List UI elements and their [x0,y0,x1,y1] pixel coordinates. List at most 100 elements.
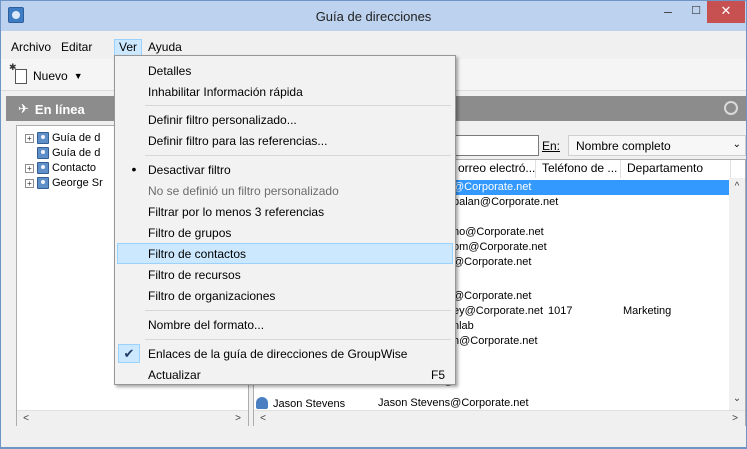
tree-item[interactable]: + Contacto [25,161,96,175]
address-book-window: Guía de direcciones – ☐ ✕ Archivo Editar… [0,0,747,449]
tree-item-label: George Sr [52,177,103,189]
address-book-icon [37,147,49,159]
new-button[interactable]: Nuevo ▼ [9,62,83,86]
tree-item-label: Contacto [52,162,97,174]
maximize-icon[interactable]: ☐ [682,1,710,23]
cell-email: no@Corporate.net [453,226,544,238]
menu-item-filtro-contactos[interactable]: Filtro de contactos [117,243,453,264]
menu-item-filtro-organizaciones[interactable]: Filtro de organizaciones [117,285,453,306]
chevron-down-icon[interactable]: ▼ [74,71,83,81]
menu-item-filtrar-referencias[interactable]: Filtrar por lo menos 3 referencias [117,201,453,222]
menu-item-label: Filtro de recursos [148,268,241,282]
search-field-value: Nombre completo [576,139,671,153]
search-in-label: En: [542,139,560,153]
new-button-label: Nuevo [33,69,68,83]
chevron-down-icon[interactable]: ⌄ [733,139,741,150]
menu-item-label: Actualizar [148,368,201,382]
list-vertical-scrollbar[interactable]: ^ ⌄ [729,178,745,410]
tree-item[interactable]: + George Sr [25,176,103,190]
menu-item-label: Definir filtro para las referencias... [148,134,328,148]
tree-item-label: Guía de d [52,132,101,144]
menu-item-label: Filtro de organizaciones [148,289,276,303]
expand-icon[interactable]: + [25,178,34,188]
address-book-icon [37,177,49,189]
menu-ver[interactable]: Ver [114,39,143,56]
menu-item-desactivar-filtro[interactable]: • Desactivar filtro [117,159,453,180]
online-label: En línea [34,101,85,117]
cell-email: Jason Stevens@Corporate.net [378,397,529,409]
window-title: Guía de direcciones [315,9,432,24]
menu-item-definir-filtro-referencias[interactable]: Definir filtro para las referencias... [117,130,453,151]
menu-item-inhabilitar-info-rapida[interactable]: Inhabilitar Información rápida [117,81,453,102]
menu-item-label: Filtro de grupos [148,226,232,240]
title-bar: Guía de direcciones – ☐ ✕ [1,1,746,31]
cell-name: Jason Stevens [256,397,345,410]
contact-name: Jason Stevens [273,398,346,410]
menu-item-definir-filtro[interactable]: Definir filtro personalizado... [117,109,453,130]
scroll-down-icon[interactable]: ⌄ [730,392,744,406]
plug-icon: ✈ [18,101,29,116]
menu-separator [145,155,451,156]
search-in-text: En: [542,139,561,153]
expand-icon[interactable]: + [25,133,34,143]
cell-email: om@Corporate.net [453,241,547,253]
scroll-up-icon[interactable]: ^ [730,180,744,194]
minimize-icon[interactable]: – [654,1,682,23]
expand-icon[interactable]: + [25,163,34,173]
menu-item-label: Desactivar filtro [148,163,231,177]
scroll-left-icon[interactable]: < [256,412,270,426]
menu-editar[interactable]: Editar [57,39,96,56]
search-field-select[interactable]: Nombre completo ⌄ [568,135,746,156]
scroll-left-icon[interactable]: < [19,412,33,426]
menu-item-nombre-formato[interactable]: Nombre del formato... [117,314,453,335]
radio-bullet-icon: • [131,161,137,177]
tree-item-label: Guía de d [52,147,101,159]
sync-icon[interactable] [724,101,738,115]
menu-item-label: Filtrar por lo menos 3 referencias [148,205,325,219]
cell-email: @Corporate.net [453,290,532,302]
menu-item-label: Inhabilitar Información rápida [148,85,303,99]
scroll-right-icon[interactable]: > [728,412,742,426]
menu-item-label: Detalles [148,64,192,78]
column-department[interactable]: Departamento [621,160,731,178]
address-book-icon [37,132,49,144]
tree-horizontal-scrollbar[interactable]: < > [17,410,248,426]
menu-separator [145,339,451,340]
cell-phone: 1017 [548,305,573,317]
status-bar [1,429,746,448]
menu-ayuda[interactable]: Ayuda [144,39,186,56]
menu-separator [145,310,451,311]
new-document-icon [9,62,27,84]
menu-archivo[interactable]: Archivo [7,39,55,56]
menu-separator [145,105,451,106]
cell-email: ey@Corporate.net [453,305,544,317]
menu-item-label: Nombre del formato... [148,318,265,332]
cell-department: Marketing [623,305,672,317]
menu-item-sin-filtro: No se definió un filtro personalizado [117,180,453,201]
list-horizontal-scrollbar[interactable]: < > [254,410,745,426]
menu-item-shortcut: F5 [430,368,445,382]
column-email[interactable]: orreo electró... [452,160,536,178]
cell-email: h@Corporate.net [453,335,538,347]
menu-item-filtro-grupos[interactable]: Filtro de grupos [117,222,453,243]
menu-item-label: Filtro de contactos [148,247,247,261]
menu-item-label: No se definió un filtro personalizado [148,184,339,198]
menu-item-filtro-recursos[interactable]: Filtro de recursos [117,264,453,285]
cell-email: @Corporate.net [453,181,532,193]
contact-icon [256,397,268,409]
scroll-right-icon[interactable]: > [231,412,245,426]
cell-email: @Corporate.net [453,256,532,268]
column-phone[interactable]: Teléfono de ... [536,160,621,178]
menu-item-enlaces-groupwise[interactable]: ✔ Enlaces de la guía de direcciones de G… [117,343,453,364]
menu-bar: Archivo Editar Ver Ayuda [1,39,746,56]
checkmark-icon: ✔ [118,344,140,363]
cell-email: nlab [453,320,474,332]
close-icon[interactable]: ✕ [707,1,745,23]
menu-item-actualizar[interactable]: Actualizar F5 [117,364,453,385]
tree-item[interactable]: + Guía de d [25,131,100,145]
menu-item-label: Definir filtro personalizado... [148,113,297,127]
tree-item[interactable]: Guía de d [37,146,100,160]
menu-item-detalles[interactable]: Detalles [117,60,453,81]
address-book-icon [37,162,49,174]
cell-email: palan@Corporate.net [453,196,559,208]
